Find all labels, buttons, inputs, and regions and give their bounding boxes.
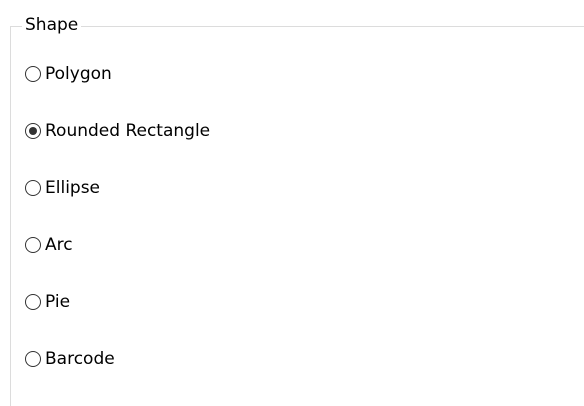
radio-label: Pie (45, 291, 71, 312)
radio-option-ellipse[interactable]: Ellipse (25, 173, 210, 202)
radio-option-arc[interactable]: Arc (25, 230, 210, 259)
radio-button-icon[interactable] (25, 65, 41, 82)
radio-label: Ellipse (45, 177, 101, 198)
radio-button-icon[interactable] (25, 179, 41, 196)
radio-option-rounded-rectangle[interactable]: Rounded Rectangle (25, 116, 210, 145)
radio-option-pie[interactable]: Pie (25, 287, 210, 316)
radio-label: Barcode (45, 348, 115, 369)
shape-group-title: Shape (22, 14, 82, 36)
radio-option-polygon[interactable]: Polygon (25, 59, 210, 88)
radio-option-barcode[interactable]: Barcode (25, 344, 210, 373)
radio-button-icon[interactable] (25, 236, 41, 253)
radio-button-icon[interactable] (25, 293, 41, 310)
shape-radio-list: Polygon Rounded Rectangle Ellipse Arc Pi… (25, 59, 210, 373)
radio-button-icon[interactable] (25, 122, 41, 139)
radio-label: Arc (45, 234, 73, 255)
radio-button-icon[interactable] (25, 350, 41, 367)
radio-label: Rounded Rectangle (45, 120, 211, 141)
radio-label: Polygon (45, 63, 112, 84)
